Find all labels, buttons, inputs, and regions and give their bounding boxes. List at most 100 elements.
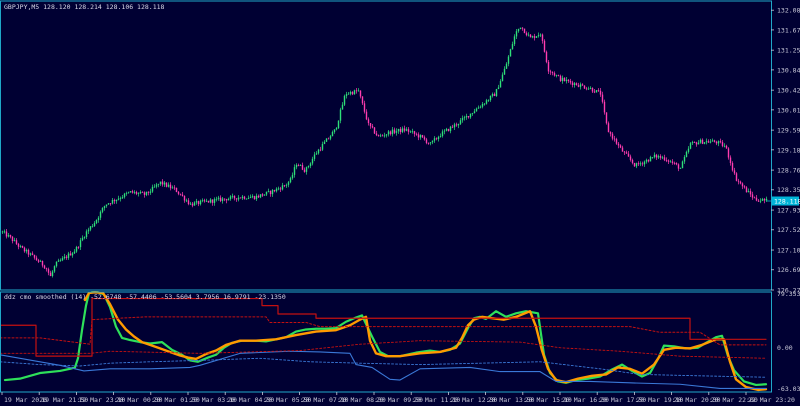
candle-body bbox=[709, 141, 712, 143]
candle-body bbox=[205, 200, 208, 202]
candle-body bbox=[311, 158, 314, 164]
candle-body bbox=[609, 132, 612, 134]
candle-body bbox=[289, 178, 292, 183]
candle-body bbox=[221, 198, 224, 202]
candle-body bbox=[523, 28, 526, 34]
candle-body bbox=[419, 135, 422, 138]
candle-body bbox=[19, 246, 22, 247]
candle-body bbox=[601, 94, 604, 102]
candle-body bbox=[309, 163, 312, 167]
candle-body bbox=[455, 124, 458, 126]
candle-body bbox=[333, 129, 336, 132]
candle-body bbox=[211, 199, 214, 203]
price-axis-tick-label: 127.520 bbox=[777, 226, 800, 234]
chart-background bbox=[0, 0, 800, 406]
candle-body bbox=[527, 34, 530, 36]
symbol-info-text: GBPJPY,M5 128.120 128.214 128.106 128.11… bbox=[4, 3, 165, 11]
candle-body bbox=[521, 27, 524, 29]
candle-body bbox=[589, 87, 592, 89]
candle-body bbox=[463, 117, 466, 119]
candle-body bbox=[275, 188, 278, 192]
candle-body bbox=[315, 153, 318, 155]
candle-body bbox=[449, 126, 452, 132]
candle-body bbox=[453, 124, 456, 128]
candle-body bbox=[55, 261, 58, 267]
candle-body bbox=[263, 194, 266, 196]
candle-body bbox=[385, 134, 388, 136]
candle-body bbox=[627, 153, 630, 157]
candle-body bbox=[597, 90, 600, 91]
candle-body bbox=[443, 130, 446, 132]
candle-body bbox=[65, 256, 68, 258]
candle-body bbox=[193, 202, 196, 206]
candle-body bbox=[277, 188, 280, 190]
candle-body bbox=[427, 142, 430, 144]
candle-body bbox=[719, 141, 722, 143]
candle-body bbox=[537, 35, 540, 37]
candle-body bbox=[237, 197, 240, 200]
indicator-axis-tick-label: 0.00 bbox=[777, 344, 793, 352]
candle-body bbox=[365, 111, 368, 120]
candle-body bbox=[361, 96, 364, 104]
candle-body bbox=[743, 186, 746, 188]
candle-body bbox=[357, 90, 360, 92]
candle-body bbox=[687, 148, 690, 152]
candle-body bbox=[581, 84, 584, 86]
candle-body bbox=[543, 40, 546, 52]
candle-body bbox=[91, 225, 94, 227]
candle-body bbox=[59, 260, 62, 262]
candle-body bbox=[735, 173, 738, 181]
candle-body bbox=[111, 199, 114, 204]
candle-body bbox=[341, 104, 344, 110]
candle-body bbox=[251, 196, 254, 198]
candle-body bbox=[247, 197, 250, 199]
candle-body bbox=[493, 94, 496, 97]
candle-body bbox=[245, 198, 248, 200]
candle-body bbox=[337, 120, 340, 129]
candle-body bbox=[409, 131, 412, 133]
price-axis-tick-label: 132.080 bbox=[777, 7, 800, 15]
candle-body bbox=[545, 51, 548, 62]
price-axis-tick-label: 130.420 bbox=[777, 87, 800, 95]
candle-body bbox=[33, 254, 36, 258]
candle-body bbox=[167, 184, 170, 187]
candle-body bbox=[591, 87, 594, 92]
candle-body bbox=[599, 90, 602, 95]
candle-body bbox=[417, 134, 420, 138]
price-axis-tick-label: 130.840 bbox=[777, 66, 800, 74]
candle-body bbox=[187, 200, 190, 205]
candle-body bbox=[97, 217, 100, 220]
candle-body bbox=[225, 199, 228, 201]
candle-body bbox=[241, 196, 244, 199]
candle-body bbox=[635, 163, 638, 167]
candle-body bbox=[89, 226, 92, 230]
candle-body bbox=[481, 103, 484, 107]
candle-body bbox=[109, 203, 112, 205]
candle-body bbox=[555, 75, 558, 76]
candle-body bbox=[155, 184, 158, 187]
candle-body bbox=[391, 129, 394, 135]
candle-body bbox=[1, 231, 4, 233]
candle-body bbox=[531, 36, 534, 38]
candle-body bbox=[483, 103, 486, 105]
candle-body bbox=[567, 79, 570, 81]
candle-body bbox=[217, 197, 220, 199]
candle-body bbox=[125, 193, 128, 194]
candle-body bbox=[479, 106, 482, 108]
candle-body bbox=[617, 143, 620, 146]
candle-body bbox=[31, 253, 34, 255]
candle-body bbox=[701, 139, 704, 144]
candle-body bbox=[757, 200, 760, 202]
candle-body bbox=[685, 151, 688, 158]
candle-body bbox=[411, 131, 414, 133]
candle-body bbox=[25, 249, 28, 252]
candle-body bbox=[339, 109, 342, 121]
candle-body bbox=[553, 73, 556, 76]
candle-body bbox=[373, 127, 376, 134]
candle-body bbox=[613, 138, 616, 140]
candle-body bbox=[407, 129, 410, 132]
candle-body bbox=[721, 142, 724, 146]
candle-body bbox=[151, 186, 154, 192]
candle-body bbox=[75, 247, 78, 252]
candle-body bbox=[603, 101, 606, 113]
